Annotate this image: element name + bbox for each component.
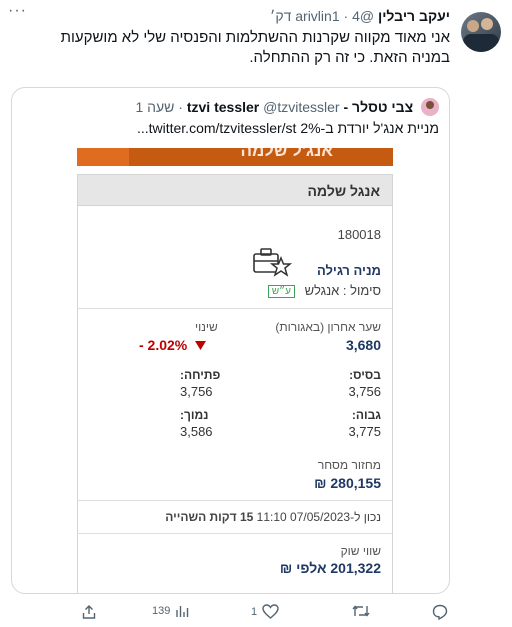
change-value: - 2.02% [139,337,188,353]
open-label: פתיחה: [180,368,221,382]
more-options-icon[interactable]: ··· [8,2,27,20]
last-price-label: שער אחרון (באגורות) [275,320,381,334]
volume-value: 280,155 ₪ [314,475,381,491]
banner-text: אנג'ל שלמה [240,148,333,160]
high-value: 3,775 [348,424,381,439]
base-value: 3,756 [348,384,381,399]
symbol-line: סימול : אנגלש ע״ש [267,283,381,298]
stock-info-image: אנג'ל שלמה אנגל שלמה 180018 מניה רגילה ס… [77,148,393,593]
share-button[interactable] [81,604,97,620]
quoted-tweet-card[interactable]: צבי טסלר - tzvi tessler @tzvitessler · ש… [11,87,450,594]
high-label: גבוה: [351,408,381,422]
quoted-tweet-text: מניית אנג'ל יורדת ב-2% twitter.com/tzvit… [136,120,439,136]
watchlist-star-icon [253,248,292,277]
stock-banner: אנג'ל שלמה [77,148,393,166]
security-type: מניה רגילה [316,263,381,278]
down-arrow-icon [195,340,207,350]
timestamp-prefix: נכון ל- [350,510,381,524]
reply-icon [432,604,448,620]
retweet-button[interactable] [352,604,375,618]
quoted-tweet-header: צבי טסלר - tzvi tessler @tzvitessler · ש… [135,98,439,116]
base-label: בסיס: [349,368,381,382]
analytics-icon [176,606,189,617]
change-row: - 2.02% [139,337,207,353]
like-button[interactable]: 1 [251,604,279,619]
timestamp-delay: 15 דקות השהייה [165,510,254,524]
author-handle[interactable]: @arivlin1 [295,8,374,24]
divider [77,533,393,534]
change-label: שינוי [195,320,218,334]
tweet-text: אני מאוד מקווה שקרנות ההשתלמות והפנסיה ש… [60,29,450,66]
heart-icon [262,604,279,619]
open-value: 3,756 [180,384,213,399]
tweet-header: יעקב ריבלין @arivlin1 · 4 דק׳ [269,8,450,24]
reply-button[interactable] [432,604,453,620]
tase-badge: ע״ש [267,285,295,298]
market-cap-value: 201,322 אלפי ₪ [279,560,381,576]
like-count: 1 [251,605,258,618]
quoted-handle: @tzvitessler [263,99,340,115]
symbol-label: סימול : אנגלש [304,283,381,298]
divider [77,500,393,501]
quoted-time: שעה 1 [135,99,175,115]
timestamp-line: נכון ל-07/05/2023 11:10 15 דקות השהייה [165,510,381,524]
divider [77,308,393,309]
quoted-avatar [421,98,439,116]
views-button[interactable]: 139 [152,604,189,618]
low-value: 3,586 [180,424,213,439]
timestamp-date: 07/05/2023 11:10 [256,510,351,524]
retweet-icon [352,605,370,617]
share-icon [82,605,96,619]
stock-title-bar: אנגל שלמה [77,174,393,206]
market-cap-label: שווי שוק [340,544,381,558]
volume-label: מחזור מסחר [317,458,381,472]
avatar[interactable] [461,12,501,52]
stock-title: אנגל שלמה [307,183,380,199]
last-price-value: 3,680 [345,337,381,353]
author-name[interactable]: יעקב ריבלין [378,8,450,24]
security-code: 180018 [337,227,381,242]
views-count: 139 [152,605,171,617]
low-label: נמוך: [180,408,209,422]
